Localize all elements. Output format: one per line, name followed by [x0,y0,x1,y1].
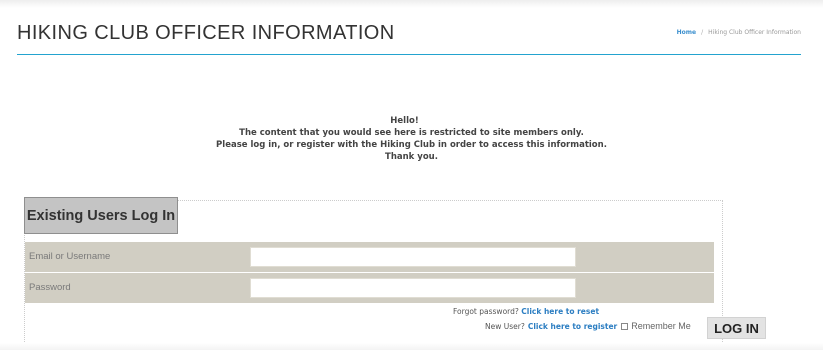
forgot-password-text: Forgot password? [453,307,519,316]
page-title: HIKING CLUB OFFICER INFORMATION [17,22,395,44]
notice-line: The content that you would see here is r… [239,128,584,138]
breadcrumb: Home / Hiking Club Officer Information [677,29,801,36]
email-row: Email or Username [25,242,714,272]
new-user-text: New User? [485,321,525,331]
bottom-fade [0,343,823,350]
register-link[interactable]: Click here to register [528,322,617,331]
page: HIKING CLUB OFFICER INFORMATION Home / H… [0,0,823,350]
breadcrumb-home-link[interactable]: Home [677,29,696,36]
remember-me-checkbox[interactable] [621,322,629,330]
breadcrumb-current: Hiking Club Officer Information [708,29,801,36]
login-button[interactable]: LOG IN [707,317,766,339]
password-input[interactable] [250,278,576,298]
notice-thanks: Thank you. [385,152,438,162]
breadcrumb-separator: / [701,29,704,36]
notice-line: Please log in, or register with the Hiki… [216,140,607,150]
remember-me-label[interactable]: Remember Me [631,321,691,331]
email-label: Email or Username [29,251,111,262]
notice-greeting: Hello! [390,116,419,126]
top-shadow-bar [0,0,823,8]
password-label: Password [29,282,71,293]
title-divider [17,54,801,55]
new-user-line: New User? Click here to register Remembe… [485,321,691,331]
forgot-password-line: Forgot password? Click here to reset [453,307,599,316]
reset-password-link[interactable]: Click here to reset [521,307,599,316]
restricted-notice: Hello! The content that you would see he… [0,115,823,163]
password-row: Password [25,273,714,303]
login-panel-header: Existing Users Log In [24,197,178,234]
email-username-input[interactable] [250,247,576,267]
